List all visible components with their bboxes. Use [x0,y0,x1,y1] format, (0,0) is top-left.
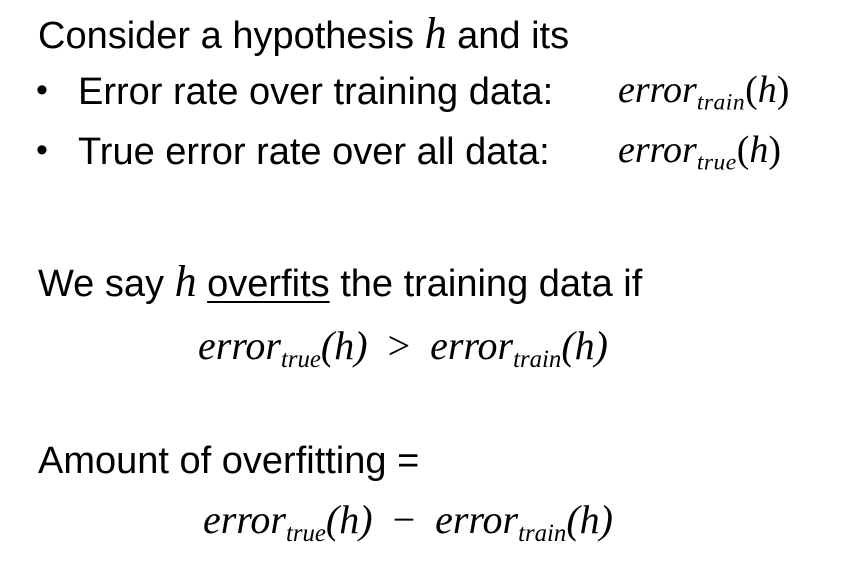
amount-text: Amount of overfitting = [38,440,420,482]
greater-than-operator: > [387,323,411,368]
bullet-text-true: True error rate over all data: [78,131,550,173]
overfit-inequality: errortrue(h) > errortrain(h) [198,323,608,373]
difference-lhs: errortrue(h) [203,497,373,547]
bullet-text-train: Error rate over training data: [78,71,554,113]
overfit-amount-formula: errortrue(h) − errortrain(h) [203,497,613,547]
bullet-icon: • [36,131,48,169]
overfit-text-a: We say [38,263,165,305]
intro-text: Consider a hypothesis [38,15,414,57]
overfit-definition-line: We say h overfits the training data if [38,260,642,304]
minus-operator: − [392,497,416,542]
hypothesis-variable: h [174,257,197,306]
bullet-icon: • [36,71,48,109]
difference-rhs: errortrain(h) [435,497,613,547]
hypothesis-variable: h [424,9,447,58]
amount-line: Amount of overfitting = [38,442,419,480]
formula-error-true: errortrue(h) [618,129,782,176]
overfit-text-b: the training data if [340,263,643,305]
overfits-term: overfits [207,263,330,305]
inequality-lhs: errortrue(h) [198,323,368,373]
intro-tail: and its [457,15,570,57]
intro-line: Consider a hypothesis h and its [38,12,569,56]
formula-error-train: errortrain(h) [618,69,790,116]
inequality-rhs: errortrain(h) [430,323,608,373]
